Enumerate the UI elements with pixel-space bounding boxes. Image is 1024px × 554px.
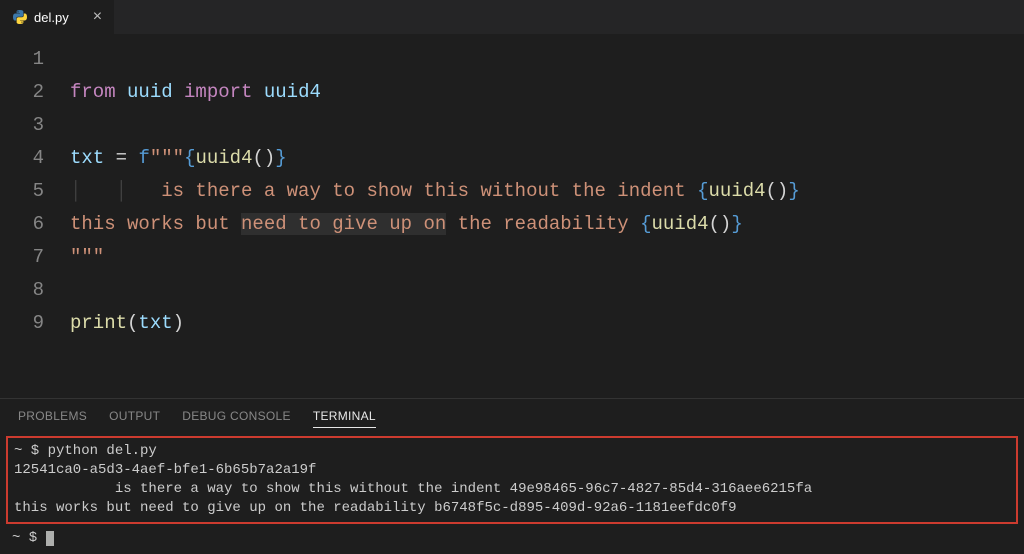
tab-del-py[interactable]: del.py × bbox=[0, 0, 114, 34]
panel-tab-bar: PROBLEMS OUTPUT DEBUG CONSOLE TERMINAL bbox=[0, 399, 1024, 434]
line-number-gutter: 1 2 3 4 5 6 7 8 9 bbox=[0, 43, 70, 398]
terminal-prompt[interactable]: ~ $ bbox=[0, 526, 1024, 554]
code-editor[interactable]: 1 2 3 4 5 6 7 8 9 from uuid import uuid4… bbox=[0, 35, 1024, 398]
tab-output[interactable]: OUTPUT bbox=[109, 409, 160, 428]
terminal-output[interactable]: ~ $ python del.py 12541ca0-a5d3-4aef-bfe… bbox=[14, 442, 1010, 518]
code-content: from uuid import uuid4 txt = f"""{uuid4(… bbox=[70, 43, 1024, 398]
tab-label: del.py bbox=[34, 10, 69, 25]
tab-terminal[interactable]: TERMINAL bbox=[313, 409, 376, 428]
tab-bar: del.py × bbox=[0, 0, 1024, 35]
terminal-cursor bbox=[46, 531, 54, 546]
close-icon[interactable]: × bbox=[93, 8, 102, 26]
tab-problems[interactable]: PROBLEMS bbox=[18, 409, 87, 428]
python-file-icon bbox=[12, 9, 28, 25]
tab-debug-console[interactable]: DEBUG CONSOLE bbox=[182, 409, 291, 428]
terminal-output-highlight: ~ $ python del.py 12541ca0-a5d3-4aef-bfe… bbox=[6, 436, 1018, 524]
